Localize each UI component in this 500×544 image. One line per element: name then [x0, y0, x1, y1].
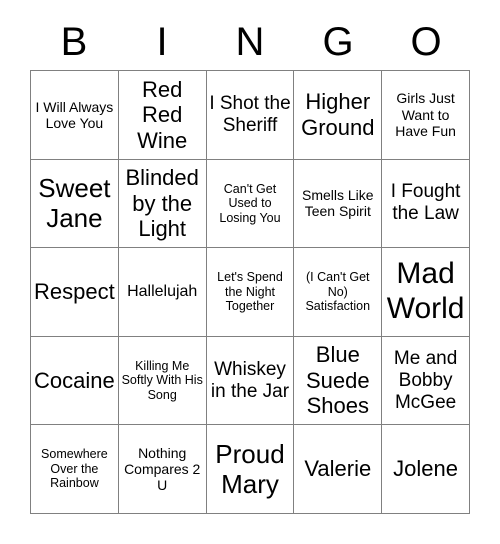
bingo-cell[interactable]: Girls Just Want to Have Fun: [382, 71, 470, 160]
bingo-cell-label: Jolene: [393, 456, 459, 482]
bingo-cell-label: I Fought the Law: [390, 181, 461, 225]
bingo-cell[interactable]: Me and Bobby McGee: [382, 336, 470, 426]
header-letter-g: G: [322, 20, 354, 64]
bingo-cell-label: Red Red Wine: [137, 76, 188, 153]
bingo-cell[interactable]: Higher Ground: [294, 71, 383, 160]
bingo-cell-label: Cocaine: [34, 367, 115, 393]
bingo-cell-label: Hallelujah: [127, 282, 198, 300]
bingo-cell[interactable]: Respect: [31, 248, 119, 337]
bingo-cell[interactable]: Can't Get Used to Losing You: [206, 159, 295, 249]
header-letter-b: B: [60, 20, 88, 64]
bingo-cell[interactable]: Killing Me Softly With His Song: [118, 336, 207, 426]
bingo-cell-label: Blinded by the Light: [125, 165, 199, 242]
bingo-cell-label: I Shot the Sheriff: [209, 92, 291, 136]
bingo-cell-label: (I Can't Get No) Satisfaction: [305, 270, 371, 314]
bingo-cell[interactable]: (I Can't Get No) Satisfaction: [294, 248, 383, 337]
bingo-cell[interactable]: Let's Spend the Night Together: [206, 248, 295, 337]
bingo-cell[interactable]: Somewhere Over the Rainbow: [31, 425, 119, 514]
bingo-cell[interactable]: Proud Mary: [206, 425, 295, 514]
header-letter-n: N: [235, 20, 265, 64]
bingo-cell[interactable]: Hallelujah: [118, 248, 207, 337]
bingo-cell[interactable]: I Fought the Law: [382, 159, 470, 249]
bingo-cell[interactable]: Sweet Jane: [31, 159, 119, 249]
bingo-cell-label: Whiskey in the Jar: [210, 358, 290, 402]
bingo-cell-label: Girls Just Want to Have Fun: [395, 90, 456, 139]
bingo-cell-label: Proud Mary: [215, 439, 285, 500]
bingo-cell[interactable]: Nothing Compares 2 U: [118, 425, 207, 514]
bingo-cell-label: Sweet Jane: [38, 173, 111, 234]
bingo-cell[interactable]: I Shot the Sheriff: [206, 71, 295, 160]
header-letter-i: I: [156, 20, 168, 64]
bingo-cell-label: Somewhere Over the Rainbow: [41, 447, 108, 491]
bingo-cell-label: Respect: [34, 279, 115, 305]
bingo-card: B I N G O I Will Always Love You Red Red …: [0, 0, 500, 544]
bingo-cell-label: Killing Me Softly With His Song: [121, 358, 203, 402]
bingo-cell-label: Valerie: [304, 456, 372, 482]
bingo-cell[interactable]: Blinded by the Light: [118, 159, 207, 249]
bingo-cell-label: Smells Like Teen Spirit: [301, 187, 374, 220]
bingo-cell[interactable]: Blue Suede Shoes: [294, 336, 383, 426]
header-letter-o: O: [410, 20, 442, 64]
bingo-cell[interactable]: Red Red Wine: [118, 71, 207, 160]
bingo-header-row: B I N G O: [30, 14, 470, 70]
bingo-cell-label: Me and Bobby McGee: [393, 347, 458, 413]
bingo-cell-label: Let's Spend the Night Together: [217, 270, 283, 314]
bingo-cell-label: Blue Suede Shoes: [305, 342, 370, 419]
bingo-cell-label: Nothing Compares 2 U: [124, 444, 201, 494]
bingo-cell[interactable]: Jolene: [382, 425, 470, 514]
bingo-cell[interactable]: Valerie: [294, 425, 383, 514]
bingo-cell-label: Higher Ground: [301, 89, 375, 140]
bingo-cell[interactable]: Smells Like Teen Spirit: [294, 159, 383, 249]
bingo-cell[interactable]: Mad World: [382, 248, 470, 337]
bingo-cell-label: I Will Always Love You: [35, 98, 114, 131]
bingo-cell[interactable]: Cocaine: [31, 336, 119, 426]
bingo-grid: I Will Always Love You Red Red Wine I Shot…: [30, 70, 470, 514]
bingo-cell[interactable]: I Will Always Love You: [31, 71, 119, 160]
bingo-cell-label: Mad World: [386, 257, 465, 325]
bingo-cell-label: Can't Get Used to Losing You: [219, 181, 281, 225]
bingo-cell[interactable]: Whiskey in the Jar: [206, 336, 295, 426]
